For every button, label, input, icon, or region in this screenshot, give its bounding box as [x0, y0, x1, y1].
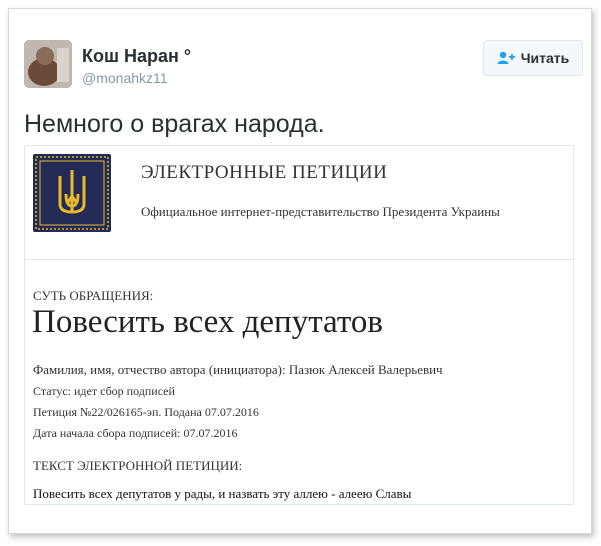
- author-handle[interactable]: @monahkz11: [82, 70, 168, 86]
- petition-headline: Повесить всех депутатов: [32, 304, 383, 340]
- tweet-text: Немного о врагах народа.: [24, 110, 325, 138]
- add-user-icon: [497, 51, 515, 64]
- status-line: Статус: идет сбор подписей: [33, 384, 175, 398]
- follow-label: Читать: [520, 50, 570, 66]
- avatar[interactable]: [24, 40, 72, 88]
- petition-text-label: ТЕКСТ ЭЛЕКТРОННОЙ ПЕТИЦИИ:: [33, 458, 243, 473]
- avatar-image: [24, 40, 72, 88]
- card-subtitle: Официальное интернет-представительство П…: [141, 204, 500, 219]
- card-title: ЭЛЕКТРОННЫЕ ПЕТИЦИИ: [141, 162, 388, 183]
- trident-emblem-icon: [33, 154, 111, 232]
- author-name[interactable]: Кош Наран °: [82, 46, 191, 67]
- card-header: ЭЛЕКТРОННЫЕ ПЕТИЦИИ Официальное интернет…: [25, 146, 573, 260]
- essence-label: СУТЬ ОБРАЩЕНИЯ:: [33, 288, 154, 303]
- author-line: Фамилия, имя, отчество автора (инициатор…: [33, 362, 443, 377]
- start-date-line: Дата начала сбора подписей: 07.07.2016: [33, 426, 238, 440]
- petition-body: Повесить всех депутатов у рады, и назват…: [33, 486, 412, 501]
- petition-number-line: Петиция №22/026165-эп. Подана 07.07.2016: [33, 405, 259, 419]
- follow-button[interactable]: Читать: [483, 40, 583, 76]
- petition-card[interactable]: ЭЛЕКТРОННЫЕ ПЕТИЦИИ Официальное интернет…: [24, 145, 574, 505]
